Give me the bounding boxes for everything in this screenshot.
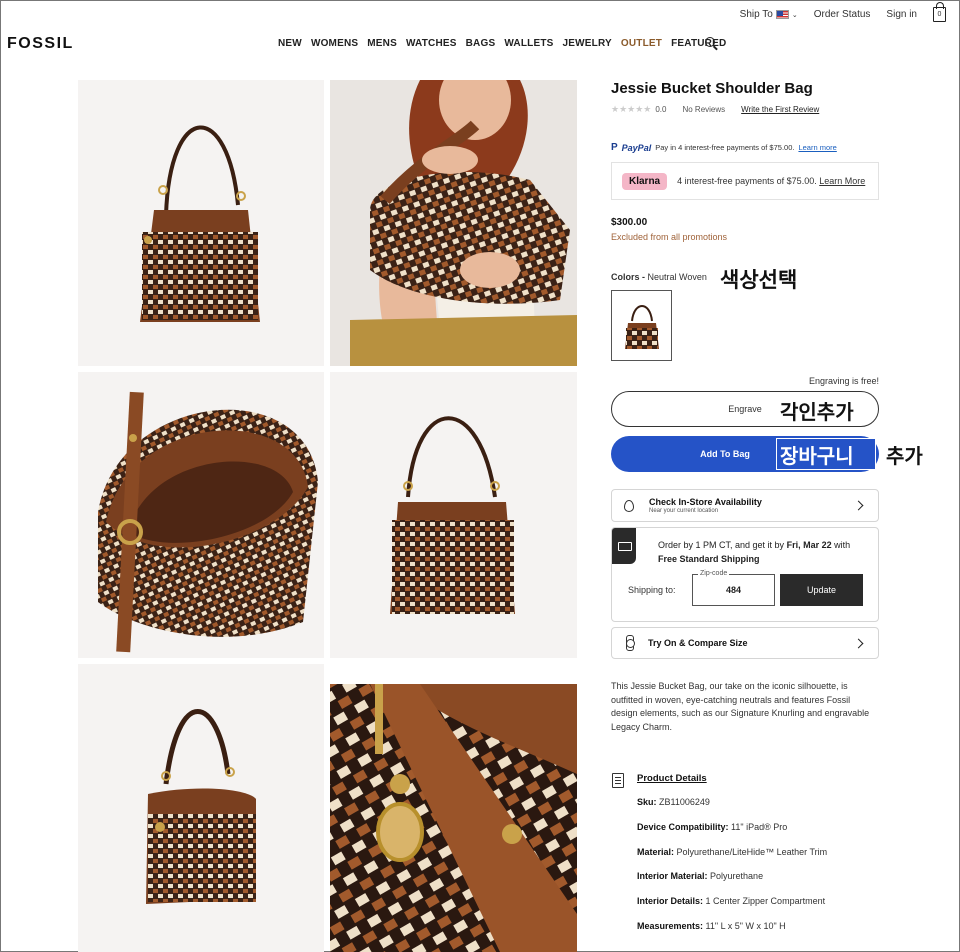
spec-label: Measurements:: [637, 921, 704, 931]
product-image-detail[interactable]: [330, 664, 577, 952]
engrave-button-label: Engrave: [728, 404, 762, 414]
zip-code-value: 484: [725, 585, 742, 595]
sign-in-link[interactable]: Sign in: [886, 9, 917, 20]
truck-icon: [612, 528, 636, 564]
zip-code-input[interactable]: 484: [692, 574, 775, 606]
annotation-color-select: 색상선택: [720, 268, 798, 292]
klarna-logo: Klarna: [622, 172, 668, 190]
shipping-message: Order by 1 PM CT, and get it by Fri, Mar…: [658, 538, 850, 566]
paypal-logo: PayPal: [621, 142, 652, 153]
product-image-interior[interactable]: [78, 372, 324, 658]
zip-code-label: Zip-code: [698, 570, 730, 577]
paypal-text: Pay in 4 interest-free payments of $75.0…: [655, 143, 795, 152]
shipping-method: Free Standard Shipping: [658, 554, 760, 564]
ship-to-selector[interactable]: Ship To ⌄: [740, 9, 798, 20]
spec-value: Polyurethane: [710, 871, 764, 881]
product-image-side[interactable]: [330, 372, 577, 658]
update-button-label: Update: [806, 585, 837, 595]
product-image-angle[interactable]: [78, 664, 324, 952]
paypal-banner: P PayPal Pay in 4 interest-free payments…: [611, 142, 879, 153]
product-description: This Jessie Bucket Bag, our take on the …: [611, 681, 870, 732]
annotation-add: 추가: [886, 444, 923, 468]
spec-label: Device Compatibility:: [637, 822, 729, 832]
klarna-text: 4 interest-free payments of $75.00.: [677, 176, 817, 186]
search-icon[interactable]: [705, 37, 715, 47]
spec-value: Polyurethane/LiteHide™ Leather Trim: [676, 847, 828, 857]
color-name: Neutral Woven: [647, 272, 707, 282]
spec-value: 11" L x 5" W x 10" H: [705, 921, 786, 931]
paypal-learn-more-link[interactable]: Learn more: [798, 143, 836, 152]
update-zip-button[interactable]: Update: [780, 574, 863, 606]
product-title: Jessie Bucket Shoulder Bag: [611, 80, 813, 97]
shipping-line1-pre: Order by 1 PM CT, and get it by: [658, 540, 785, 550]
shipping-to-label: Shipping to:: [628, 585, 676, 595]
chevron-right-icon: [853, 638, 864, 649]
spec-row: Interior Material: Polyurethane: [637, 871, 763, 881]
shipping-date: Fri, Mar 22: [786, 540, 832, 550]
watch-icon: [626, 635, 635, 651]
location-pin-icon: [624, 500, 634, 512]
spec-value: 1 Center Zipper Compartment: [705, 896, 826, 906]
nav-bags[interactable]: BAGS: [466, 38, 496, 49]
spec-row: Interior Details: 1 Center Zipper Compar…: [637, 896, 825, 906]
spec-label: Interior Material:: [637, 871, 708, 881]
product-price: $300.00: [611, 217, 648, 228]
spec-label: Sku:: [637, 797, 657, 807]
spec-label: Interior Details:: [637, 896, 704, 906]
shopping-bag-icon[interactable]: 0: [933, 2, 946, 22]
nav-outlet[interactable]: OUTLET: [621, 38, 662, 49]
rating-row: ★★★★★ 0.0 No Reviews Write the First Rev…: [611, 104, 879, 115]
engraving-free-note: Engraving is free!: [808, 376, 879, 386]
spec-label: Material:: [637, 847, 675, 857]
us-flag-icon: [775, 10, 789, 19]
spec-value: 11" iPad® Pro: [731, 822, 788, 832]
nav-wallets[interactable]: WALLETS: [504, 38, 553, 49]
utility-bar: Ship To ⌄ Order Status Sign in 0: [740, 2, 946, 22]
product-details-title[interactable]: Product Details: [637, 773, 707, 784]
fossil-logo[interactable]: FOSSIL: [7, 35, 74, 53]
spec-value: ZB11006249: [659, 797, 710, 807]
spec-row: Device Compatibility: 11" iPad® Pro: [637, 822, 787, 832]
document-icon: [612, 773, 624, 788]
nav-womens[interactable]: WOMENS: [311, 38, 358, 49]
shipping-line1-post: with: [834, 540, 851, 550]
spec-row: Sku: ZB11006249: [637, 797, 710, 807]
chevron-right-icon: [853, 500, 864, 511]
chevron-down-icon: ⌄: [791, 11, 798, 19]
nav-watches[interactable]: WATCHES: [406, 38, 457, 49]
product-image-model[interactable]: [330, 80, 577, 366]
rating-value: 0.0: [655, 105, 667, 114]
annotation-cart: 장바구니: [780, 444, 854, 468]
promo-exclusion-note: Excluded from all promotions: [611, 232, 728, 242]
nav-new[interactable]: NEW: [278, 38, 302, 49]
add-to-bag-label: Add To Bag: [700, 449, 750, 459]
product-image-front[interactable]: [78, 80, 324, 366]
nav-featured[interactable]: FEATURED: [671, 38, 726, 49]
ship-to-label: Ship To: [739, 9, 773, 20]
annotation-engrave: 각인추가: [776, 396, 858, 425]
order-status-link[interactable]: Order Status: [814, 9, 871, 20]
colors-label: Colors -: [611, 272, 646, 282]
try-on-title: Try On & Compare Size: [648, 638, 748, 648]
write-review-link[interactable]: Write the First Review: [741, 105, 819, 114]
paypal-p-icon: P: [611, 142, 618, 153]
store-availability-title: Check In-Store Availability: [649, 497, 762, 507]
klarna-learn-more-link[interactable]: Learn More: [819, 176, 865, 186]
bag-count: 0: [937, 11, 942, 18]
try-on-card[interactable]: Try On & Compare Size: [611, 627, 879, 659]
shipping-card: Order by 1 PM CT, and get it by Fri, Mar…: [611, 527, 879, 622]
review-count: No Reviews: [682, 105, 726, 114]
main-nav: NEW WOMENS MENS WATCHES BAGS WALLETS JEW…: [278, 38, 726, 49]
store-availability-subtitle: Near your current location: [649, 508, 719, 514]
spec-row: Measurements: 11" L x 5" W x 10" H: [637, 921, 786, 931]
rating-stars-icon: ★★★★★: [611, 104, 652, 114]
klarna-banner: Klarna 4 interest-free payments of $75.0…: [611, 162, 879, 200]
nav-jewelry[interactable]: JEWELRY: [563, 38, 612, 49]
spec-row: Material: Polyurethane/LiteHide™ Leather…: [637, 847, 827, 857]
color-swatch-neutral-woven[interactable]: [611, 290, 672, 361]
nav-mens[interactable]: MENS: [367, 38, 397, 49]
store-availability-card[interactable]: Check In-Store Availability Near your cu…: [611, 489, 879, 522]
